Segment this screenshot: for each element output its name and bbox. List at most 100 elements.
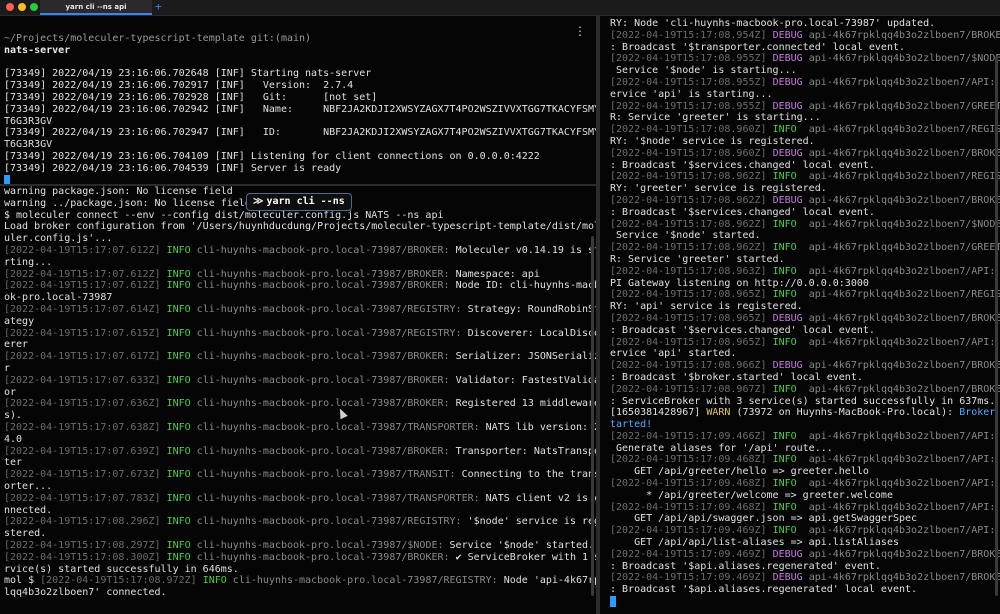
log-line: [2022-04-19T15:17:08.967Z] INFO api-4k67… [610,383,1000,396]
zoom-window-button[interactable] [30,3,38,11]
log-line: [2022-04-19T15:17:07.783Z] INFO cli-huyn… [4,492,596,505]
log-timestamp: [2022-04-19T15:17:08.960Z] [610,124,767,136]
log-continuation: : Broadcast '$services.changed' local ev… [610,206,875,218]
log-source: cli-huynhs-macbook-pro.local-73987/REGIS… [196,516,462,528]
log-level: INFO [766,218,809,230]
api-scrollbar[interactable] [995,56,998,596]
log-continuation: GET /api/api/swagger.json => api.getSwag… [610,513,918,525]
output-line: $ moleculer connect --env --config dist/… [4,209,444,221]
cli-pane[interactable]: warning package.json: No license field wa… [0,186,596,614]
log-line: [2022-04-19T15:17:07.612Z] INFO cli-huyn… [4,280,596,292]
log-level: INFO [160,492,197,504]
log-continuation: ategy [4,315,35,327]
log-line: [2022-04-19T15:17:08.962Z] INFO api-4k67… [610,242,1000,254]
log-source: api-4k67rpklqq4b3o2zlboen7/API: ⚙ [808,430,1000,442]
log-timestamp: [2022-04-19T15:17:08.962Z] [610,194,767,206]
log-timestamp: [2022-04-19T15:17:08.972Z] [40,575,197,587]
log-timestamp: [2022-04-19T15:17:07.638Z] [4,421,161,433]
log-continuation: erer [4,339,29,351]
shell-prompt: mol $ [4,575,41,587]
log-source: cli-huynhs-macbook-pro.local-73987/TRANS… [196,421,480,433]
log-level: INFO [160,421,197,433]
log-line: [2022-04-19T15:17:08.965Z] DEBUG api-4k6… [610,312,1000,325]
log-timestamp: [2022-04-19T15:17:07.612Z] [4,268,161,280]
api-pane[interactable]: RY: Node 'cli-huynhs-macbook-pro.local-7… [600,16,1000,614]
log-message: Service '$node' started. [443,539,595,551]
log-message: Transporter: NatsTranspor [449,445,596,457]
log-continuation: or [4,386,17,398]
log-continuation: R: Service 'greeter' is starting... [610,112,821,124]
log-line: [73349] 2022/04/19 23:16:06.704539 [INF]… [4,162,342,174]
log-timestamp: [2022-04-19T15:17:07.612Z] [4,280,161,292]
log-timestamp: [2022-04-19T15:17:08.962Z] [610,171,767,183]
log-timestamp: [2022-04-19T15:17:08.954Z] [610,29,767,41]
cursor-line [4,174,588,184]
log-message: Registered 13 middleware( [449,398,596,410]
log-line: [2022-04-19T15:17:08.960Z] INFO api-4k67… [610,124,1000,136]
log-timestamp: [2022-04-19T15:17:09.468Z] [610,478,767,490]
cli-output: warning package.json: No license field wa… [4,186,596,599]
log-continuation: : Broadcast '$broker.started' local even… [610,371,863,383]
log-source: api-4k67rpklqq4b3o2zlboen7/API: [808,501,1000,513]
log-source: cli-huynhs-macbook-pro.local-73987/TRANS… [196,469,456,481]
log-line: [2022-04-19T15:17:08.966Z] DEBUG api-4k6… [610,360,1000,372]
output-line: Load broker configuration from '/Users/h… [4,221,596,233]
log-line: [73349] 2022/04/19 23:16:06.702917 [INF]… [4,80,354,92]
overlay-command-text: yarn cli --ns [266,196,345,207]
log-continuation: : ServiceBroker with 3 service(s) starte… [610,395,996,407]
log-source: cli-huynhs-macbook-pro.local-73987/TRANS… [196,492,480,504]
log-level: INFO [766,336,809,348]
log-line: [73349] 2022/04/19 23:16:06.702947 [INF]… [4,127,596,139]
tab-yarn-cli[interactable]: yarn cli --ns api [40,0,152,15]
nats-server-pane[interactable]: ⋮ ~/Projects/moleculer-typescript-templa… [0,16,596,184]
log-level: DEBUG [766,360,809,372]
log-continuation: ok-pro.local-73987 [4,292,113,304]
log-line: [2022-04-19T15:17:08.955Z] DEBUG api-4k6… [610,101,1000,113]
log-message: '$node' service is regi [461,516,596,528]
log-continuation: PI Gateway listening on http://0.0.0.0:3… [610,277,869,289]
log-line: [2022-04-19T15:17:08.965Z] INFO api-4k67… [610,289,1000,301]
log-line: [2022-04-19T15:17:07.636Z] INFO cli-huyn… [4,398,596,410]
log-continuation: stered. [4,528,47,540]
log-line: [2022-04-19T15:17:08.297Z] INFO cli-huyn… [4,540,594,552]
log-timestamp: [2022-04-19T15:17:09.469Z] [610,572,767,584]
log-line: [73349] 2022/04/19 23:16:06.702648 [INF]… [4,68,372,80]
log-line: [2022-04-19T15:17:07.612Z] INFO cli-huyn… [4,269,588,281]
log-level: INFO [766,171,809,183]
close-window-button[interactable] [6,3,14,11]
log-timestamp: [2022-04-19T15:17:09.468Z] [610,501,767,513]
log-line: [2022-04-19T15:17:09.468Z] INFO api-4k67… [610,454,995,466]
log-continuation: GET /api/greeter/hello => greeter.hello [610,466,869,478]
log-level: INFO [160,268,197,280]
log-level: INFO [766,454,809,466]
log-line: [2022-04-19T15:17:08.962Z] DEBUG api-4k6… [610,194,1000,207]
log-source: api-4k67rpklqq4b3o2zlboen7/API: S [808,336,1000,348]
log-source: cli-huynhs-macbook-pro.local-73987/REGIS… [196,327,462,339]
new-tab-plus-icon[interactable]: + [155,0,162,14]
log-level: DEBUG [766,312,809,324]
minimize-window-button[interactable] [18,3,26,11]
log-source: api-4k67rpklqq4b3o2zlboen7/REGIST [808,171,1000,183]
log-level: DEBUG [766,194,809,206]
log-line: [2022-04-19T15:17:07.639Z] INFO cli-huyn… [4,446,596,458]
log-source: api-4k67rpklqq4b3o2zlboen7/API: A [808,265,1000,277]
log-source: cli-huynhs-macbook-pro.local-73987/BROKE… [196,351,450,363]
log-line: [2022-04-19T15:17:08.300Z] INFO cli-huyn… [4,552,596,564]
log-level: INFO [160,244,197,256]
log-level: INFO [160,398,197,410]
log-timestamp: [2022-04-19T15:17:08.965Z] [610,289,767,301]
log-timestamp: [2022-04-19T15:17:09.466Z] [610,430,767,442]
log-continuation: Generate aliases for '/api' route... [610,442,833,454]
log-source: api-4k67rpklqq4b3o2zlboen7/BROKER [808,548,1000,560]
log-message: Validator: FastestValidat [449,374,596,386]
log-level: DEBUG [766,147,809,159]
log-continuation: : Broadcast '$services.changed' local ev… [610,324,875,336]
log-level: INFO [766,383,809,395]
cli-scrollbar[interactable] [591,236,594,596]
log-continuation: lqq4b3o2zlboen7' connected. [4,587,167,599]
log-source: api-4k67rpklqq4b3o2zlboen7/API: S [808,76,1000,88]
log-line: [2022-04-19T15:17:08.962Z] INFO api-4k67… [610,218,1000,231]
log-source: cli-huynhs-macbook-pro.local-73987/REGIS… [196,303,462,315]
terminal-cursor [610,596,616,608]
log-source: api-4k67rpklqq4b3o2zlboen7/BROKER [808,147,1000,159]
